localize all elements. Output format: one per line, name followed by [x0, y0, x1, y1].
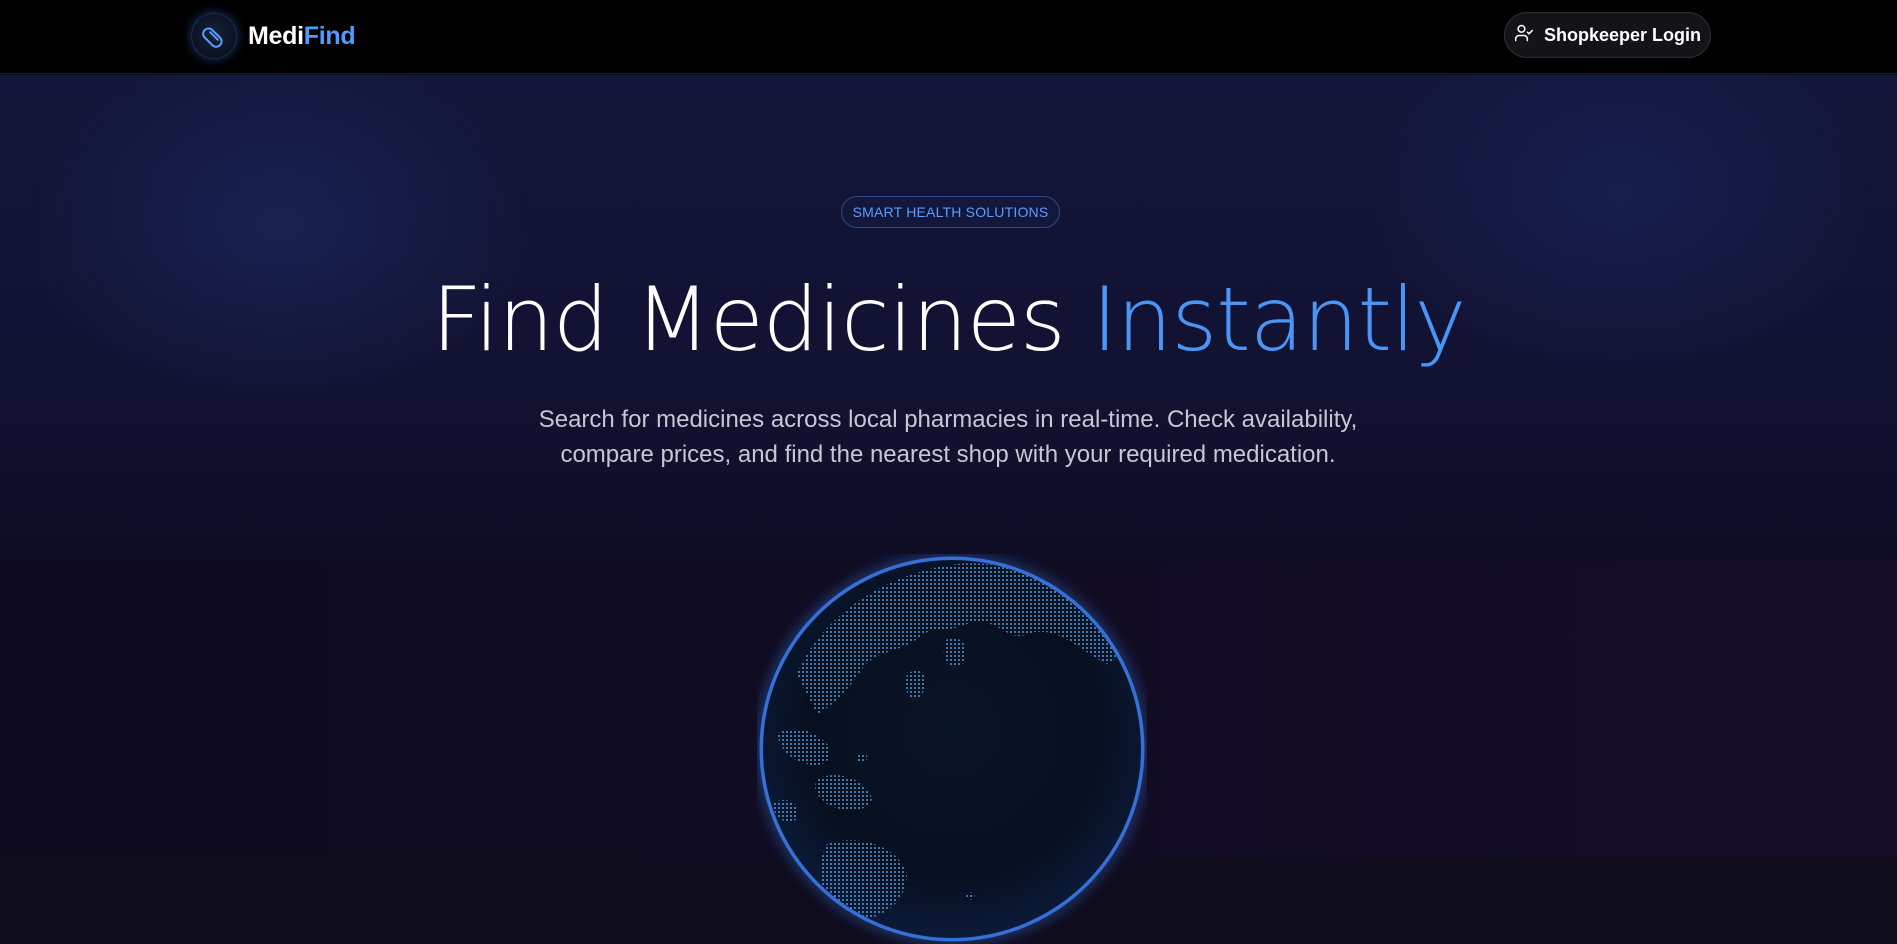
headline-accent: Instantly [1091, 268, 1467, 371]
subtitle-line-1: Search for medicines across local pharma… [538, 406, 1358, 433]
user-check-icon [1514, 23, 1534, 48]
brand-name: MediFind [248, 21, 356, 51]
globe-icon [757, 554, 1147, 944]
headline-main: Find Medicines [431, 268, 1065, 371]
hero-headline: Find Medicines Instantly [0, 268, 1897, 372]
brand-logo-link[interactable]: MediFind [191, 13, 356, 59]
hero-subtitle: Search for medicines across local pharma… [448, 402, 1448, 472]
category-badge: SMART HEALTH SOLUTIONS [841, 196, 1060, 228]
top-navigation-bar: MediFind Shopkeeper Login [0, 0, 1897, 74]
shopkeeper-login-label: Shopkeeper Login [1543, 24, 1702, 45]
brand-name-part1: Medi [248, 21, 304, 50]
pill-icon [191, 13, 237, 59]
subtitle-line-2: compare prices, and find the nearest sho… [560, 441, 1336, 468]
brand-name-part2: Find [303, 21, 356, 50]
shopkeeper-login-button[interactable]: Shopkeeper Login [1504, 12, 1711, 58]
